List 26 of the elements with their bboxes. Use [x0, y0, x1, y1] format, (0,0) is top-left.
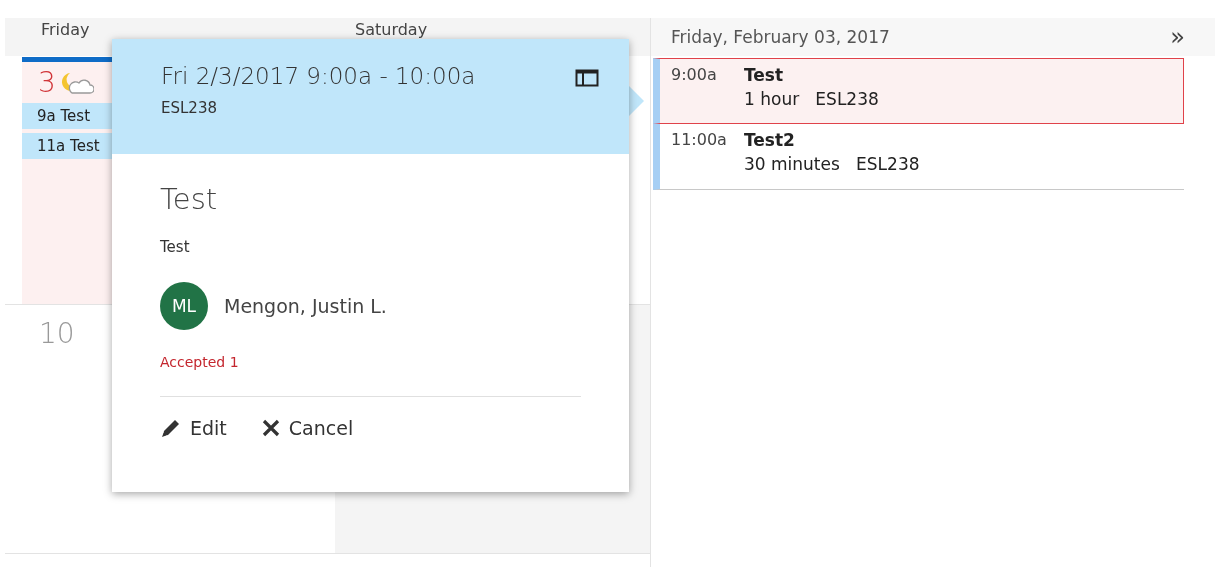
- next-button[interactable]: »: [1170, 23, 1185, 51]
- edit-button[interactable]: Edit: [160, 417, 227, 439]
- event-location: ESL238: [161, 99, 218, 117]
- avatar: ML: [160, 282, 208, 330]
- agenda-item[interactable]: 9:00a Test 1 hour ESL238: [653, 58, 1184, 124]
- day-header: Friday: [40, 19, 91, 41]
- event-details: 1 hour ESL238: [744, 89, 879, 109]
- event-title: Test2: [744, 130, 796, 150]
- event-time: Fri 2/3/2017 9:00a - 10:00a: [161, 63, 476, 89]
- event-time: 9:00a: [671, 65, 718, 86]
- day-header: Saturday: [354, 19, 429, 41]
- pencil-icon: [160, 417, 182, 439]
- event-details: 30 minutes ESL238: [744, 154, 920, 174]
- day-number: 10: [38, 316, 75, 350]
- agenda-date: Friday, February 03, 2017: [671, 27, 890, 47]
- organizer-name: Mengon, Justin L.: [224, 295, 387, 317]
- event-title: Test: [160, 182, 219, 216]
- cancel-button[interactable]: Cancel: [260, 417, 354, 439]
- close-icon: [260, 418, 281, 438]
- event-description: Test: [160, 238, 191, 256]
- event-time: 11:00a: [671, 130, 728, 151]
- event-title: Test: [744, 65, 785, 85]
- agenda-item[interactable]: 11:00a Test2 30 minutes ESL238: [653, 124, 1184, 190]
- day-number: 3: [38, 66, 56, 99]
- window-icon[interactable]: [575, 69, 599, 87]
- response-status: Accepted 1: [160, 354, 240, 370]
